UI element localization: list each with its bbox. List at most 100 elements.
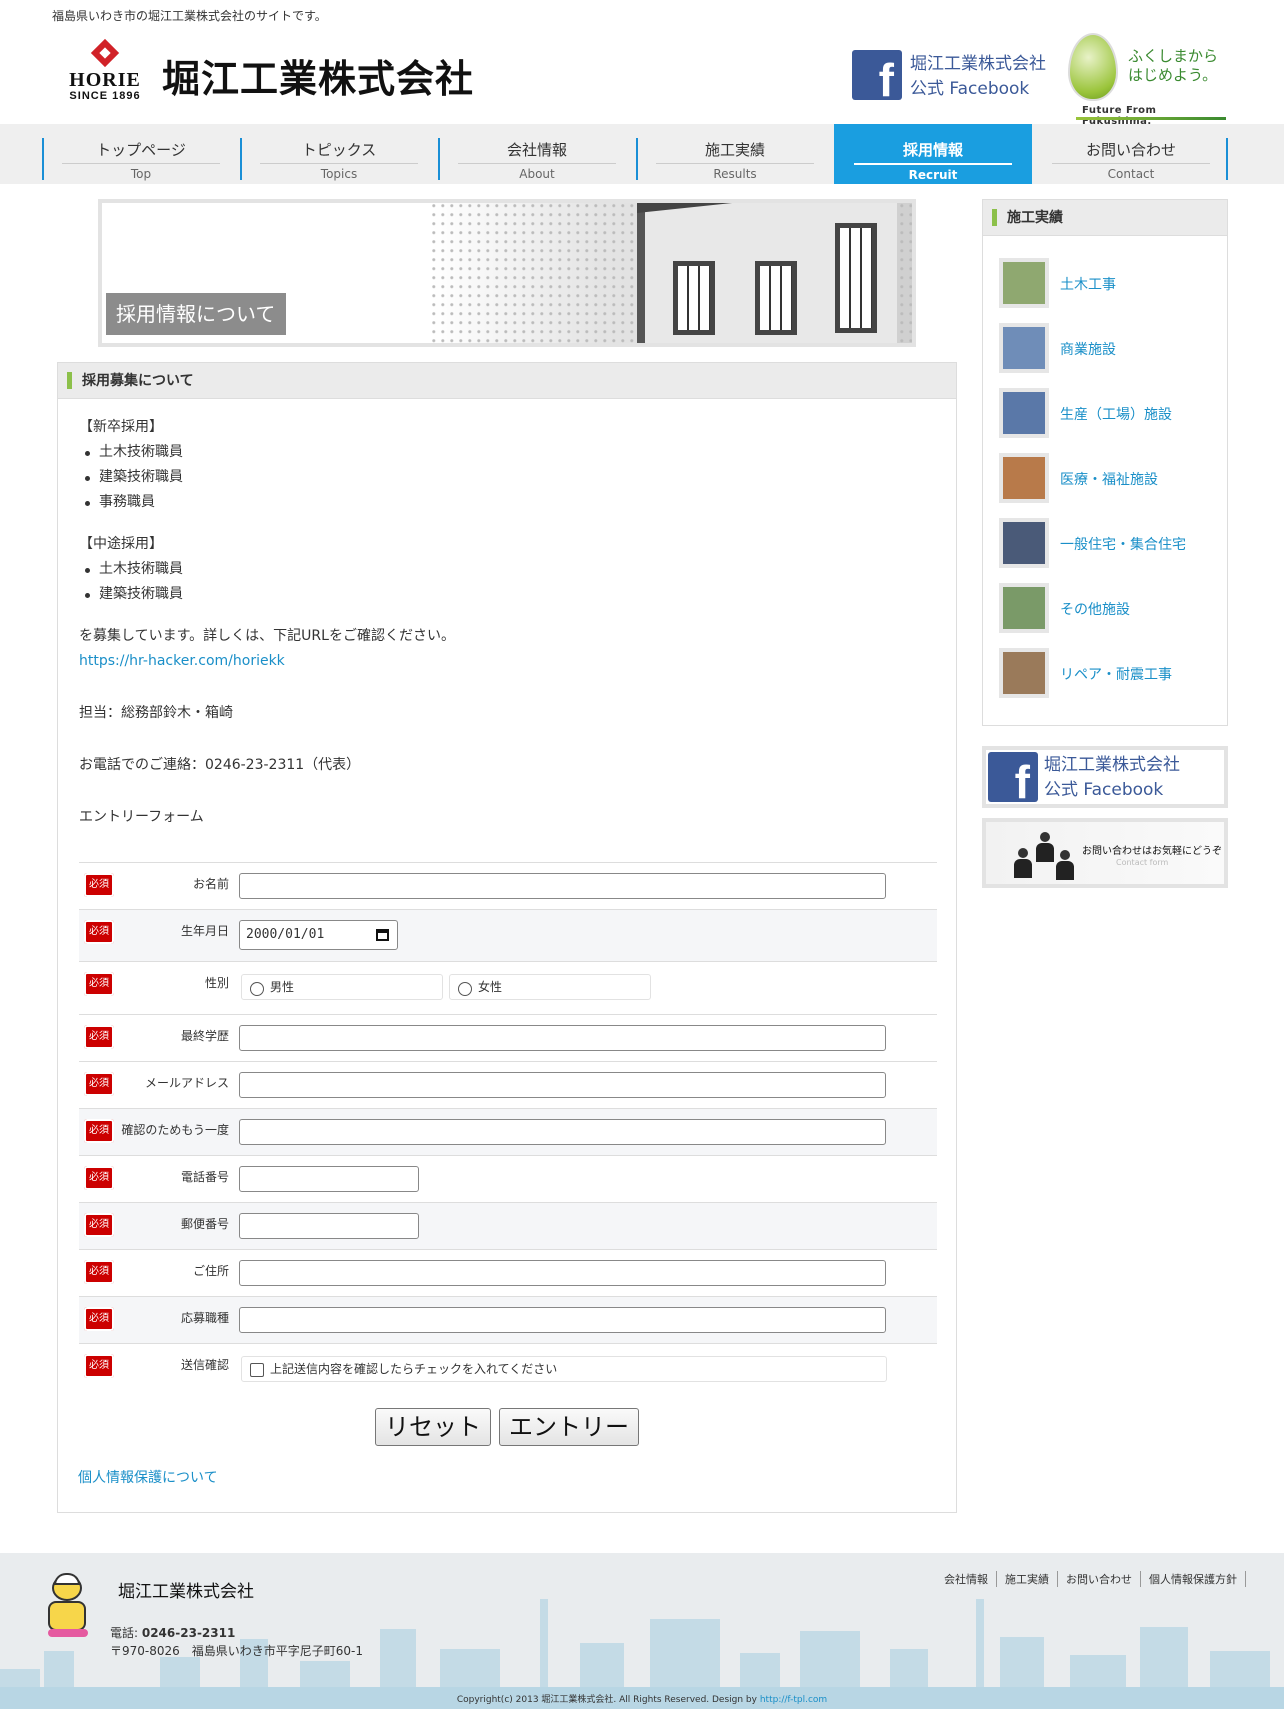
email-confirm-input[interactable] [239, 1119, 886, 1145]
required-badge: 必須 [84, 1119, 114, 1143]
calendar-icon[interactable] [376, 929, 389, 941]
section-heading: 採用募集について [58, 363, 956, 399]
sidebar-item-other[interactable]: その他施設 [999, 583, 1219, 635]
education-input[interactable] [239, 1025, 886, 1051]
nav-label: 採用情報 [902, 141, 963, 159]
footer-link-contact[interactable]: お問い合わせ [1058, 1571, 1141, 1587]
new-grad-title: 【新卒採用】 [79, 419, 163, 435]
name-input[interactable] [239, 873, 886, 899]
footer-link-privacy[interactable]: 個人情報保護方針 [1141, 1571, 1246, 1587]
birthday-value: 2000/01/01 [246, 927, 325, 942]
gender-radio-female[interactable]: 女性 [449, 974, 651, 1000]
fukushima-slogan: ふくしまから はじめよう。 [1128, 47, 1218, 85]
main-nav: トップページ Top トピックス Topics 会社情報 About 施工実績 … [0, 124, 1284, 184]
required-badge: 必須 [84, 1166, 114, 1190]
recruit-url-link[interactable]: https://hr-hacker.com/horiekk [79, 649, 939, 674]
nav-item-results[interactable]: 施工実績 Results [636, 124, 834, 184]
phone-input[interactable] [239, 1166, 419, 1192]
building-window [673, 261, 715, 335]
list-item: 土木技術職員 [79, 440, 939, 465]
egg-icon [1068, 33, 1118, 101]
field-label: ご住所 [192, 1264, 229, 1278]
form-row-confirm: 必須 送信確認 上記送信内容を確認したらチェックを入れてください [79, 1343, 937, 1391]
nav-item-topics[interactable]: トピックス Topics [240, 124, 438, 184]
field-label: 郵便番号 [180, 1217, 229, 1231]
copyright-text: Copyright(c) 2013 堀江工業株式会社. All Rights R… [456, 1695, 760, 1705]
gender-radio-male[interactable]: 男性 [241, 974, 443, 1000]
nav-rule [62, 163, 220, 164]
field-label: メールアドレス [144, 1076, 229, 1090]
required-badge: 必須 [84, 1354, 114, 1378]
nav-sublabel: About [519, 167, 555, 181]
nav-item-about[interactable]: 会社情報 About [438, 124, 636, 184]
field-label: 応募職種 [180, 1311, 229, 1325]
footer-link-results[interactable]: 施工実績 [997, 1571, 1058, 1587]
results-thumbnail [999, 453, 1049, 503]
nav-separator [438, 138, 440, 180]
mascot-icon [44, 1573, 94, 1639]
contact-form-banner[interactable]: お問い合わせはお気軽にどうぞ Contact form [982, 818, 1228, 888]
required-badge: 必須 [84, 1307, 114, 1331]
fukushima-underline [1076, 117, 1226, 120]
nav-separator [1226, 138, 1228, 180]
nav-rule [1052, 163, 1210, 164]
position-input[interactable] [239, 1307, 886, 1333]
form-row-gender: 必須 性別 男性 女性 [79, 961, 937, 1014]
list-item: 建築技術職員 [79, 465, 939, 490]
nav-separator [240, 138, 242, 180]
results-thumbnail [999, 518, 1049, 568]
results-thumbnail [999, 583, 1049, 633]
mid-career-title: 【中途採用】 [79, 536, 163, 552]
fukushima-banner[interactable]: ふくしまから はじめよう。 Future From Fukushima. [1064, 33, 1226, 127]
nav-label: トップページ [96, 141, 186, 159]
required-badge: 必須 [84, 972, 114, 996]
sidebar-item-repair[interactable]: リペア・耐震工事 [999, 648, 1219, 700]
sidebar-item-label: 医療・福祉施設 [1060, 472, 1158, 488]
field-label: 生年月日 [180, 924, 229, 938]
diamond-logo-icon [90, 40, 120, 70]
form-row-email-confirm: 必須 確認のためもう一度 [79, 1108, 937, 1155]
nav-sublabel: Recruit [908, 168, 958, 182]
sidebar-heading: 施工実績 [983, 200, 1227, 236]
recruit-text: を募集しています。詳しくは、下記URLをご確認ください。 [79, 628, 455, 644]
company-name: 堀江工業株式会社 [162, 57, 475, 101]
sidebar-item-medical[interactable]: 医療・福祉施設 [999, 453, 1219, 505]
field-label: 確認のためもう一度 [121, 1123, 229, 1137]
form-row-phone: 必須 電話番号 [79, 1155, 937, 1202]
sidebar-item-label: 一般住宅・集合住宅 [1060, 537, 1186, 553]
privacy-link[interactable]: 個人情報保護について [78, 1467, 218, 1487]
horie-logo-mark: HORIE SINCE 1896 [62, 40, 148, 102]
person-icon [1056, 850, 1074, 880]
nav-item-top[interactable]: トップページ Top [42, 124, 240, 184]
mid-career-list: 土木技術職員 建築技術職員 [79, 557, 939, 607]
field-label: お名前 [192, 877, 229, 891]
footer-link-about[interactable]: 会社情報 [944, 1571, 997, 1587]
form-row-birthday: 必須 生年月日 2000/01/01 [79, 909, 937, 961]
sidebar-item-housing[interactable]: 一般住宅・集合住宅 [999, 518, 1219, 570]
company-logo[interactable]: HORIE SINCE 1896 堀江工業株式会社 [62, 40, 482, 102]
birthday-date-input[interactable]: 2000/01/01 [239, 920, 398, 950]
email-input[interactable] [239, 1072, 886, 1098]
confirm-checkbox[interactable]: 上記送信内容を確認したらチェックを入れてください [241, 1356, 887, 1382]
nav-item-contact[interactable]: お問い合わせ Contact [1032, 124, 1230, 184]
facebook-label: 堀江工業株式会社 公式 Facebook [1044, 753, 1180, 803]
reset-button[interactable]: リセット [375, 1408, 491, 1446]
facebook-label: 堀江工業株式会社 公式 Facebook [910, 52, 1046, 102]
sidebar-item-civil[interactable]: 土木工事 [999, 258, 1219, 310]
sidebar-item-commercial[interactable]: 商業施設 [999, 323, 1219, 375]
design-link[interactable]: http://f-tpl.com [760, 1695, 827, 1705]
facebook-sidebar-link[interactable]: f 堀江工業株式会社 公式 Facebook [982, 746, 1228, 808]
person-icon [1014, 848, 1032, 878]
sidebar-item-label: 土木工事 [1060, 277, 1116, 293]
address-input[interactable] [239, 1260, 886, 1286]
facebook-header-link[interactable]: f 堀江工業株式会社 公式 Facebook [852, 50, 1052, 102]
postal-input[interactable] [239, 1213, 419, 1239]
form-title: エントリーフォーム [79, 809, 204, 825]
sidebar-item-factory[interactable]: 生産（工場）施設 [999, 388, 1219, 440]
nav-label: 会社情報 [506, 141, 567, 159]
building-window [835, 223, 877, 333]
contact-person: 担当：総務部鈴木・箱崎 [79, 705, 233, 721]
field-label: 性別 [204, 976, 229, 990]
entry-button[interactable]: エントリー [499, 1408, 639, 1446]
nav-item-recruit[interactable]: 採用情報 Recruit [834, 124, 1032, 184]
